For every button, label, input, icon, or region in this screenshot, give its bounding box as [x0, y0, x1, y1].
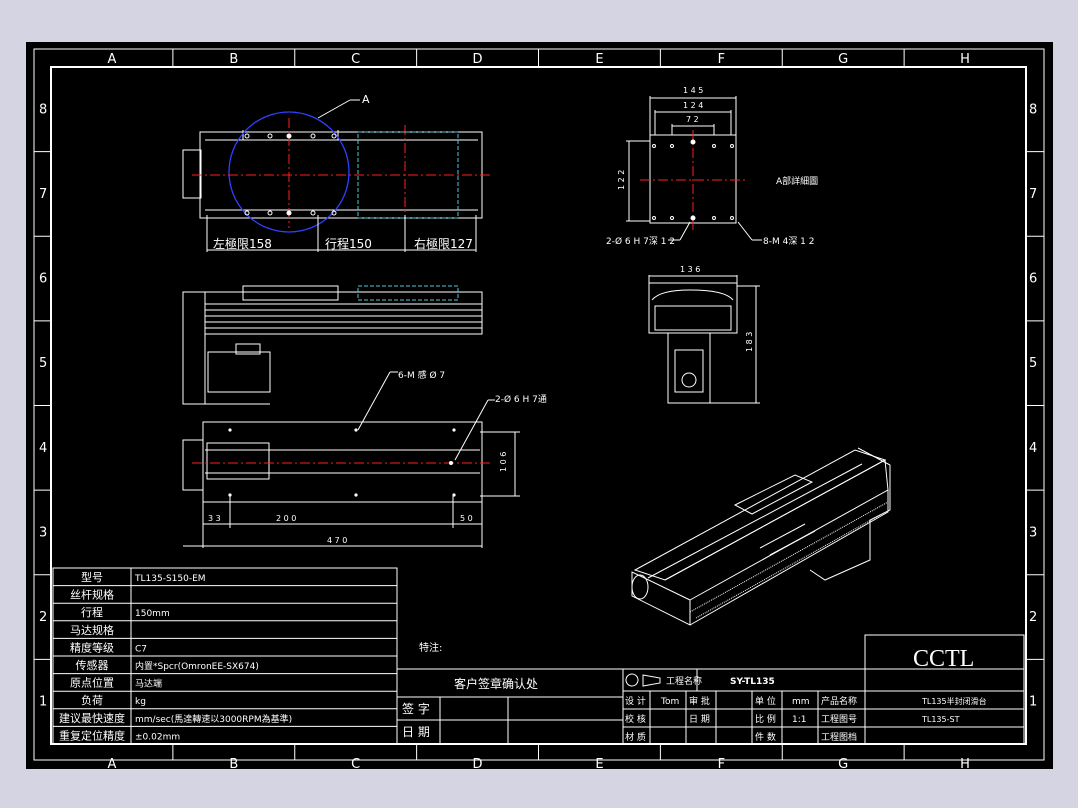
- zone-row-left-2: 2: [39, 610, 47, 625]
- zone-row-right-2: 2: [1029, 610, 1037, 625]
- zone-col-top-B: B: [229, 52, 238, 67]
- title-cell-f: 工程图号: [821, 714, 857, 725]
- zone-col-top-A: A: [107, 52, 116, 67]
- title-cell-f: 产品名称: [821, 695, 857, 707]
- title-cell-c: 审 批: [689, 695, 710, 707]
- detail-dim-122: 1 2 2: [617, 170, 626, 190]
- spec-value: ±0.02mm: [135, 732, 180, 742]
- zone-col-bottom-G: G: [838, 757, 848, 772]
- spec-value: 内置*Spcr(OmronEE-SX674): [135, 660, 259, 672]
- drawing-code: SY-TL135: [730, 677, 775, 687]
- title-cell-d: 比 例: [755, 713, 776, 725]
- project-name-label: 工程名称: [666, 675, 702, 687]
- callout-a: A: [362, 93, 370, 106]
- title-cell-f: 工程图档: [821, 731, 857, 743]
- dim-height: 1 0 6: [499, 452, 508, 472]
- right-limit-label: 右極限127: [414, 236, 473, 251]
- zone-row-left-5: 5: [39, 356, 47, 371]
- title-cell-g: TL135半封闭滑台: [921, 696, 987, 706]
- sign-label: 签 字: [402, 701, 430, 716]
- spec-value: TL135-S150-EM: [134, 574, 206, 584]
- title-cell-e: 1:1: [792, 715, 806, 725]
- spec-value: mm/sec(馬達轉速以3000RPM為基準): [135, 713, 292, 725]
- spec-label: 行程: [81, 606, 103, 619]
- zone-col-bottom-E: E: [595, 757, 603, 772]
- spec-label: 传感器: [76, 659, 109, 672]
- dim-pitch: 2 0 0: [276, 514, 296, 523]
- spec-label: 型号: [81, 570, 103, 584]
- zone-col-top-G: G: [838, 52, 848, 67]
- cad-drawing-sheet: A A B B C C D D E E F F G G H H 8 8 7 7 6 6 5 5 4 4 3 3 2 2 1 1 A 左極限15…: [26, 42, 1053, 772]
- title-cell-g: TL135-ST: [921, 715, 960, 724]
- spec-value: C7: [135, 644, 147, 654]
- end-dim-width: 1 3 6: [680, 265, 700, 274]
- spec-value: 马达端: [135, 678, 162, 690]
- zone-row-left-1: 1: [39, 695, 47, 710]
- title-cell-b: Tom: [660, 697, 679, 707]
- detail-dim-124: 1 2 4: [683, 101, 703, 110]
- zone-col-top-C: C: [351, 52, 360, 67]
- zone-row-right-7: 7: [1029, 187, 1037, 202]
- detail-dim-72: 7 2: [686, 115, 699, 124]
- title-cell-a: 设 计: [625, 695, 646, 707]
- zone-col-top-H: H: [960, 52, 970, 67]
- spec-label: 建议最快速度: [59, 711, 125, 725]
- sign-title: 客户签章确认处: [454, 676, 538, 691]
- spec-value: 150mm: [135, 609, 170, 619]
- logo-cctl: CCTL: [913, 646, 974, 672]
- zone-row-left-7: 7: [39, 187, 47, 202]
- zone-col-bottom-H: H: [960, 757, 970, 772]
- zone-col-top-E: E: [595, 52, 603, 67]
- detail-thread-note: 8-M 4深 1 2: [763, 236, 815, 247]
- title-cell-d: 单 位: [755, 695, 776, 707]
- spec-label: 原点位置: [70, 676, 114, 690]
- dim-left: 3 3: [208, 514, 221, 523]
- zone-row-left-4: 4: [39, 441, 47, 456]
- spec-label: 丝杆规格: [70, 588, 114, 602]
- zone-col-bottom-B: B: [229, 757, 238, 772]
- date-label: 日 期: [402, 725, 430, 739]
- zone-row-left-3: 3: [39, 525, 47, 540]
- spec-label: 马达规格: [70, 623, 114, 637]
- zone-col-bottom-D: D: [473, 757, 483, 772]
- zone-row-right-4: 4: [1029, 441, 1037, 456]
- title-cell-d: 件 数: [755, 731, 776, 743]
- zone-col-bottom-A: A: [107, 757, 116, 772]
- spec-label: 负荷: [81, 693, 103, 707]
- zone-row-left-6: 6: [39, 272, 47, 287]
- zone-row-right-5: 5: [1029, 356, 1037, 371]
- title-cell-e: mm: [792, 697, 810, 707]
- zone-row-right-1: 1: [1029, 695, 1037, 710]
- zone-row-right-3: 3: [1029, 525, 1037, 540]
- zone-row-right-6: 6: [1029, 272, 1037, 287]
- left-limit-label: 左極限158: [213, 236, 272, 251]
- spec-label: 精度等级: [70, 640, 114, 654]
- dim-total: 4 7 0: [327, 536, 347, 545]
- title-cell-a: 校 核: [625, 713, 646, 725]
- zone-row-right-8: 8: [1029, 102, 1037, 117]
- notes-label: 特注:: [419, 641, 442, 654]
- zone-col-bottom-C: C: [351, 757, 360, 772]
- spec-label: 重复定位精度: [59, 728, 125, 742]
- end-dim-height: 1 8 3: [745, 332, 754, 352]
- note-pin: 2-Ø 6 H 7通: [495, 394, 547, 405]
- zone-col-top-F: F: [718, 52, 725, 67]
- detail-pin-note: 2-Ø 6 H 7深 1 2: [606, 236, 675, 247]
- spec-value: kg: [135, 697, 146, 707]
- dim-right: 5 0: [460, 514, 473, 523]
- zone-col-top-D: D: [473, 52, 483, 67]
- title-cell-a: 材 质: [625, 731, 646, 743]
- drawing-background: [26, 42, 1053, 769]
- zone-col-bottom-F: F: [718, 757, 725, 772]
- title-cell-c: 日 期: [689, 714, 710, 725]
- note-holes: 6-M 感 Ø 7: [398, 369, 445, 381]
- stroke-label: 行程150: [325, 236, 372, 251]
- detail-label: A部詳細圖: [776, 175, 818, 187]
- zone-row-left-8: 8: [39, 102, 47, 117]
- detail-dim-145: 1 4 5: [683, 86, 703, 95]
